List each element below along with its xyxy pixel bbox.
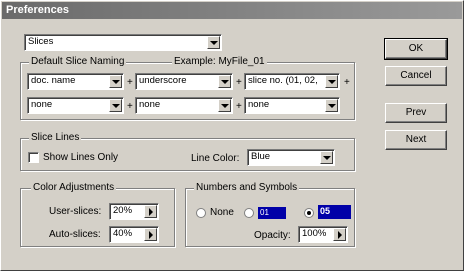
chevron-down-icon[interactable] [320,151,333,164]
large-numbers-radio[interactable] [304,208,314,218]
opacity-label: Opacity: [254,230,291,241]
user-slices-label: User-slices: [49,206,102,217]
show-lines-only-checkbox[interactable] [28,152,39,163]
preferences-dialog: Preferences Slices OK Cancel Prev Next D… [0,0,464,271]
slice-lines-legend: Slice Lines [29,132,82,143]
large-number-swatch: 05 [318,205,351,219]
naming-field-1-2-value: underscore [139,75,187,86]
naming-field-1-3-value: slice no. (01, 02, [248,75,318,86]
category-select[interactable]: Slices [24,34,222,51]
numbers-symbols-legend: Numbers and Symbols [194,182,300,193]
none-radio[interactable] [196,208,206,218]
line-color-label: Line Color: [191,153,240,164]
category-select-value: Slices [28,36,54,47]
none-radio-label: None [210,207,234,218]
plus-sign: + [236,77,242,88]
next-button[interactable]: Next [385,130,447,150]
naming-field-2-2[interactable]: none [135,97,233,114]
naming-field-2-1-value: none [31,99,53,110]
show-lines-only-label: Show Lines Only [43,152,119,163]
cancel-button[interactable]: Cancel [385,66,447,86]
line-color-value: Blue [251,151,271,162]
plus-sign: + [127,101,133,112]
naming-example: Example: MyFile_01 [172,56,267,67]
chevron-down-icon[interactable] [109,75,122,88]
chevron-right-icon[interactable] [333,228,346,241]
chevron-right-icon[interactable] [144,228,157,241]
ok-button[interactable]: OK [384,38,448,60]
auto-slices-field[interactable]: 40% [109,226,159,243]
chevron-right-icon[interactable] [144,205,157,218]
naming-field-1-1-value: doc. name [31,75,76,86]
user-slices-field[interactable]: 20% [109,203,159,220]
opacity-value: 100% [302,228,327,239]
user-slices-value: 20% [113,205,133,216]
naming-field-2-3[interactable]: none [244,97,340,114]
small-numbers-radio[interactable] [244,208,254,218]
naming-field-2-1[interactable]: none [27,97,124,114]
naming-field-1-1[interactable]: doc. name [27,73,124,90]
naming-field-2-3-value: none [248,99,270,110]
small-number-swatch: 01 [258,207,286,219]
auto-slices-label: Auto-slices: [49,229,101,240]
prev-button[interactable]: Prev [385,103,447,123]
chevron-down-icon[interactable] [325,99,338,112]
auto-slices-value: 40% [113,228,133,239]
naming-field-2-2-value: none [139,99,161,110]
naming-field-1-2[interactable]: underscore [135,73,233,90]
naming-field-1-3[interactable]: slice no. (01, 02, [244,73,340,90]
chevron-down-icon[interactable] [218,75,231,88]
chevron-down-icon[interactable] [207,36,220,49]
chevron-down-icon[interactable] [218,99,231,112]
small-number-text: 01 [260,208,269,217]
large-number-text: 05 [320,206,331,216]
slice-naming-legend: Default Slice Naming [29,56,127,67]
plus-sign: + [127,77,133,88]
chevron-down-icon[interactable] [325,75,338,88]
plus-sign: + [236,101,242,112]
title-bar: Preferences [2,2,462,19]
opacity-field[interactable]: 100% [298,226,348,243]
chevron-down-icon[interactable] [109,99,122,112]
window-title: Preferences [6,4,69,16]
color-adjustments-legend: Color Adjustments [31,182,117,193]
line-color-select[interactable]: Blue [247,149,335,166]
plus-sign: + [344,77,350,88]
